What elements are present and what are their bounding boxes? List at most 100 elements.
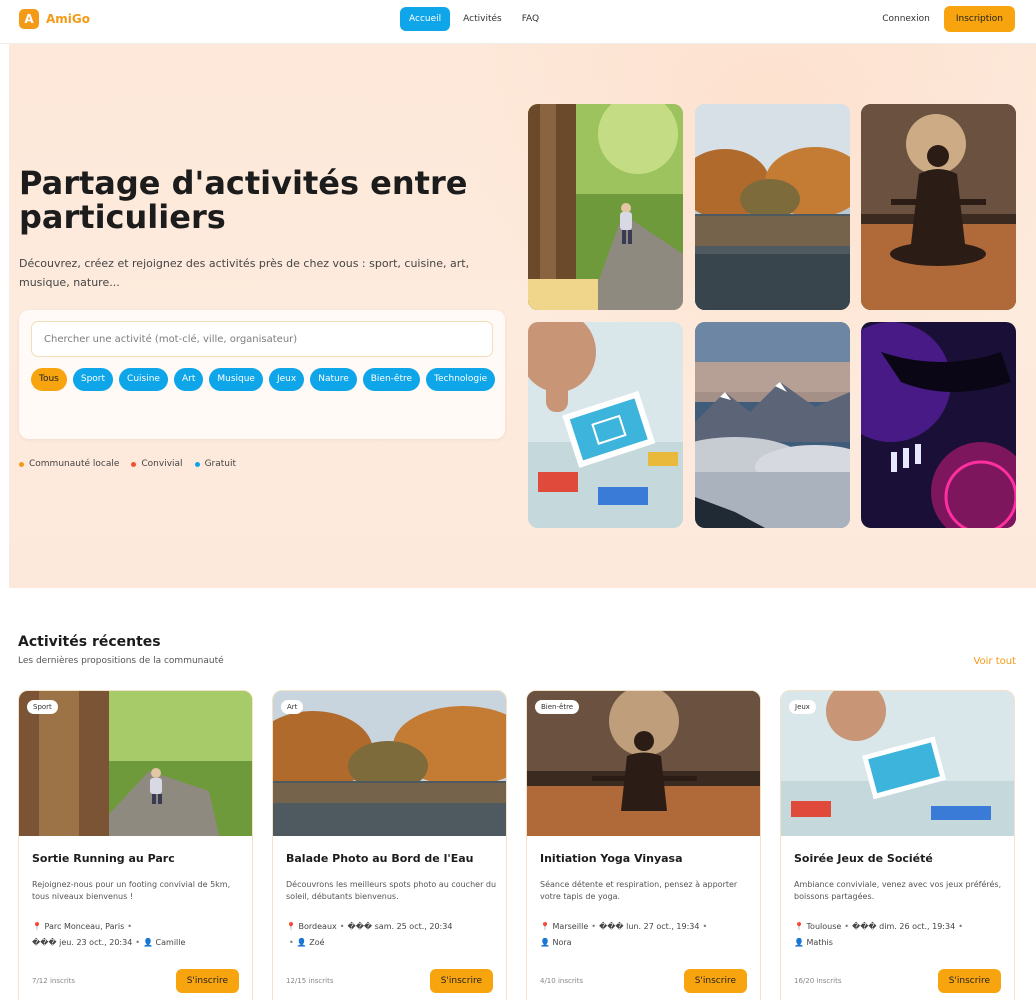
photo-river-autumn	[695, 104, 850, 310]
search-panel: Tous Sport Cuisine Art Musique Jeux Natu…	[19, 310, 505, 439]
chip-tous[interactable]: Tous	[31, 368, 67, 391]
person-icon: 👤	[794, 938, 804, 947]
chip-technologie[interactable]: Technologie	[426, 368, 496, 391]
card-organizer: Zoé	[309, 938, 325, 947]
card-description: Ambiance conviviale, venez avec vos jeux…	[794, 880, 1002, 901]
card-date: ��� jeu. 23 oct., 20:34	[32, 938, 133, 947]
person-icon: 👤	[143, 938, 153, 947]
card-organizer: Camille	[155, 938, 186, 947]
recent-subtitle: Les dernières propositions de la communa…	[18, 656, 224, 666]
brand-name: AmiGo	[46, 12, 90, 26]
category-badge: Jeux	[789, 700, 816, 714]
chip-art[interactable]: Art	[173, 368, 204, 391]
card-date: ��� sam. 25 oct., 20:34	[347, 922, 453, 931]
recent-title: Activités récentes	[18, 634, 161, 650]
card-organizer: Mathis	[806, 938, 833, 947]
card-image: Art	[273, 691, 506, 836]
register-button[interactable]: S'inscrire	[683, 969, 747, 993]
chip-cuisine[interactable]: Cuisine	[119, 368, 168, 391]
card-image: Bien-être	[527, 691, 760, 836]
hero-title: Partage d'activités entre particuliers	[19, 164, 468, 236]
register-button[interactable]: S'inscrire	[937, 969, 1001, 993]
orange-dot-icon	[19, 461, 24, 467]
photo-mountain-clouds	[695, 322, 850, 528]
participants-count: 4/10 inscrits	[540, 977, 584, 985]
card-meta: 📍 Marseille • ��� lun. 27 oct., 19:34 • 👤 N…	[540, 919, 755, 951]
blue-dot-icon	[194, 461, 200, 467]
register-button[interactable]: S'inscrire	[175, 969, 239, 993]
activity-card[interactable]: Bien-être Initiation Yoga Vinyasa Séance…	[526, 690, 761, 1000]
chip-nature[interactable]: Nature	[310, 368, 357, 391]
activity-card[interactable]: Jeux Soirée Jeux de Société Ambiance con…	[780, 690, 1015, 1000]
hero-section: Partage d'activités entre particuliers D…	[9, 44, 1036, 588]
card-meta: 📍 Parc Monceau, Paris • ��� jeu. 23 oct.,…	[32, 919, 247, 951]
card-meta: 📍 Bordeaux • ��� sam. 25 oct., 20:34 • 👤 Zo…	[286, 919, 501, 951]
chip-sport[interactable]: Sport	[72, 368, 114, 391]
activity-card[interactable]: Art Balade Photo au Bord de l'Eau Découv…	[272, 690, 507, 1000]
hero-gallery	[528, 104, 1017, 528]
signup-button[interactable]: Inscription	[943, 6, 1015, 32]
participants-count: 12/15 inscrits	[286, 977, 334, 985]
main-nav: Accueil Activités FAQ	[400, 7, 546, 31]
logo-icon: A	[19, 9, 39, 29]
see-all-link[interactable]: Voir tout	[973, 656, 1016, 667]
brand[interactable]: A AmiGo	[19, 9, 90, 29]
chip-musique[interactable]: Musique	[209, 368, 263, 391]
location-pin-icon: 📍	[540, 922, 550, 931]
chip-bien-etre[interactable]: Bien-être	[362, 368, 421, 391]
nav-link-faq[interactable]: FAQ	[515, 8, 546, 30]
separator: •	[958, 922, 963, 931]
search-input[interactable]	[31, 321, 493, 357]
separator: •	[135, 938, 141, 947]
card-title: Sortie Running au Parc	[32, 852, 175, 865]
legend-label: Communauté locale	[29, 459, 120, 469]
legend-label: Gratuit	[204, 459, 237, 469]
person-icon: 👤	[296, 938, 307, 947]
nav-link-accueil[interactable]: Accueil	[400, 7, 451, 31]
nav-link-activites[interactable]: Activités	[456, 8, 509, 30]
location-pin-icon: 📍	[32, 922, 42, 931]
card-image: Jeux	[781, 691, 1014, 836]
card-title: Soirée Jeux de Société	[794, 852, 933, 865]
card-image: Sport	[19, 691, 252, 836]
card-location: Bordeaux	[298, 922, 337, 931]
card-title: Balade Photo au Bord de l'Eau	[286, 852, 474, 865]
card-description: Séance détente et respiration, pensez à …	[540, 880, 738, 901]
legend-item: Gratuit	[194, 459, 237, 469]
photo-board-game	[528, 322, 683, 528]
legend-item: Communauté locale	[19, 459, 119, 469]
register-button[interactable]: S'inscrire	[429, 969, 493, 993]
category-badge: Sport	[27, 700, 58, 714]
person-icon: 👤	[540, 938, 550, 947]
participants-count: 7/12 inscrits	[32, 977, 76, 985]
photo-yoga-sunset	[861, 104, 1016, 310]
card-title: Initiation Yoga Vinyasa	[540, 852, 683, 865]
category-filters: Tous Sport Cuisine Art Musique Jeux Natu…	[31, 368, 501, 391]
participants-count: 16/20 inscrits	[794, 977, 842, 985]
activity-card[interactable]: Sport Sortie Running au Parc Rejoignez-n…	[18, 690, 253, 1000]
separator: •	[289, 938, 294, 947]
category-badge: Art	[281, 700, 304, 714]
red-dot-icon	[131, 461, 137, 467]
card-description: Rejoignez-nous pour un footing convivial…	[32, 880, 231, 901]
separator: •	[591, 922, 597, 931]
card-date: ��� dim. 26 oct., 19:34	[852, 922, 956, 931]
auth-actions: Connexion Inscription	[882, 6, 1015, 32]
top-navbar: A AmiGo Accueil Activités FAQ Connexion …	[0, 0, 1036, 44]
separator: •	[339, 922, 345, 931]
location-pin-icon: 📍	[286, 922, 296, 931]
card-location: Parc Monceau, Paris	[44, 922, 125, 931]
legend-item: Convivial	[131, 459, 183, 469]
login-link[interactable]: Connexion	[882, 14, 930, 24]
card-organizer: Nora	[552, 938, 572, 947]
legend-label: Convivial	[141, 459, 183, 469]
card-meta: 📍 Toulouse • ��� dim. 26 oct., 19:34 • 👤 Ma…	[794, 919, 1009, 951]
category-badge: Bien-être	[535, 700, 580, 714]
photo-park-running	[528, 104, 683, 310]
feature-legend: Communauté locale Convivial Gratuit	[19, 459, 236, 469]
photo-dj-music	[861, 322, 1016, 528]
separator: •	[127, 922, 132, 931]
separator: •	[844, 922, 850, 931]
hero-subtitle: Découvrez, créez et rejoignez des activi…	[19, 257, 470, 289]
chip-jeux[interactable]: Jeux	[268, 368, 305, 391]
